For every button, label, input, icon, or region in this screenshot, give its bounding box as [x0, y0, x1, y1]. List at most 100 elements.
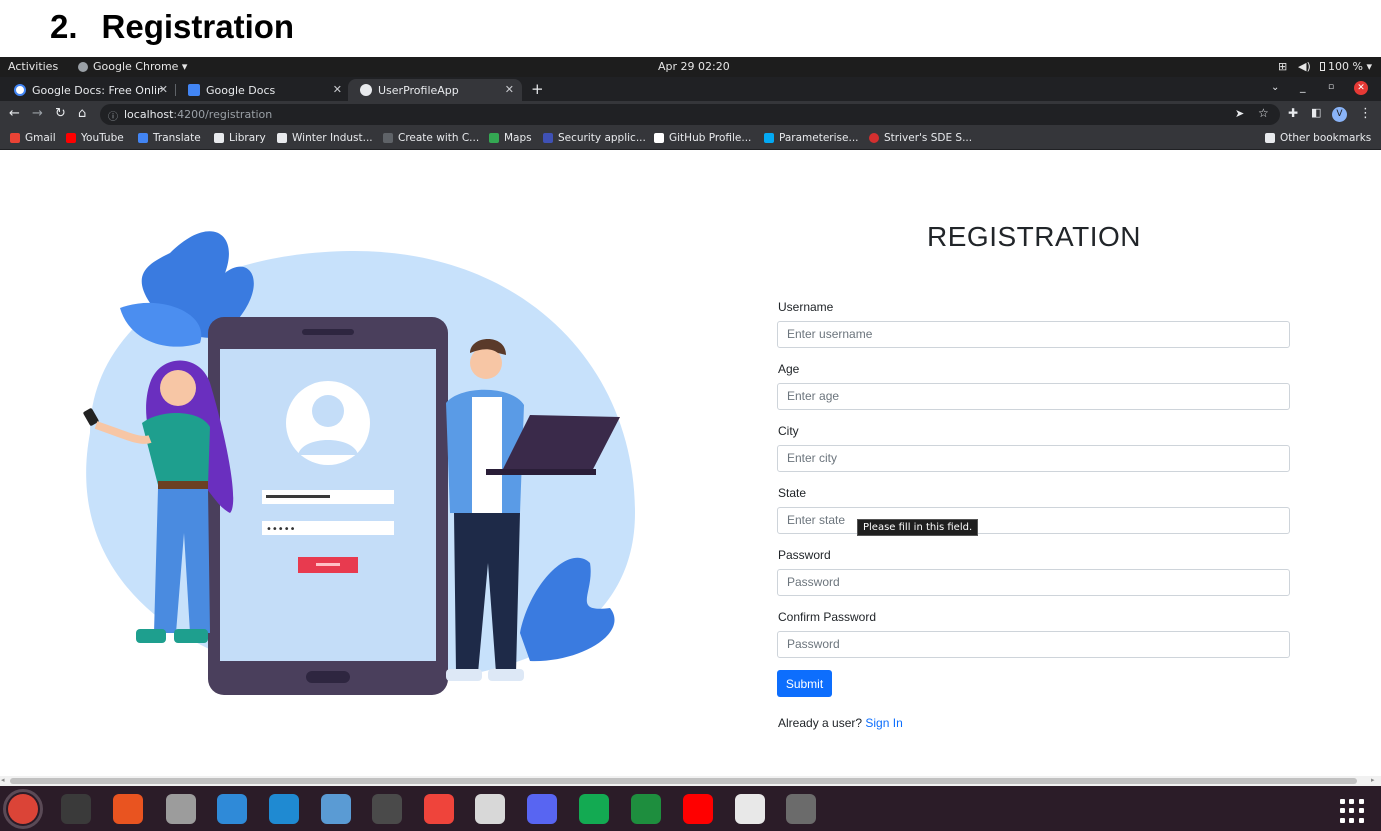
scroll-right-icon[interactable]: ▸: [1371, 776, 1375, 784]
tab-search-icon[interactable]: ⌄: [1271, 82, 1279, 93]
man-shirt: [472, 397, 502, 513]
reload-icon[interactable]: ↻: [55, 106, 66, 121]
help-icon[interactable]: [217, 794, 247, 824]
bookmark-label: Translate: [153, 132, 201, 144]
woman-shoe-left: [136, 629, 166, 643]
address-bar[interactable]: ⓘ localhost:4200/registration ➤ ☆: [100, 104, 1280, 125]
terminal-icon[interactable]: [61, 794, 91, 824]
bookmark-strivers-sde-sheet[interactable]: Striver's SDE S...: [869, 132, 972, 144]
bookmark-label: YouTube: [81, 132, 124, 144]
extensions-icon[interactable]: ✚: [1288, 106, 1298, 120]
anydesk-icon[interactable]: [424, 794, 454, 824]
age-input[interactable]: Enter age: [777, 383, 1290, 410]
state-input[interactable]: Enter state: [777, 507, 1290, 534]
menu-kebab-icon[interactable]: ⋮: [1359, 106, 1372, 121]
grid-dot: [1340, 808, 1345, 814]
app-menu-label: Google Chrome ▾: [93, 60, 188, 73]
password-dots: •••••: [266, 524, 296, 535]
username-line: [266, 495, 330, 498]
chrome-icon[interactable]: [3, 789, 43, 829]
state-label: State: [778, 486, 807, 500]
create-with-code-icon: [383, 133, 393, 143]
vscode-icon[interactable]: [269, 794, 299, 824]
back-icon[interactable]: ←: [9, 106, 20, 121]
web-page: ••••• REGISTRATION Username Enter userna…: [0, 151, 1381, 776]
usb-drive-icon[interactable]: [786, 794, 816, 824]
submit-button[interactable]: Submit: [777, 670, 832, 697]
other-bookmarks[interactable]: Other bookmarks: [1265, 132, 1371, 144]
confirm-password-input[interactable]: Password: [777, 631, 1290, 658]
profile-avatar[interactable]: V: [1332, 107, 1347, 122]
activities-button[interactable]: Activities: [8, 60, 58, 73]
bookmark-library[interactable]: Library: [214, 132, 266, 144]
parameterise-icon: [764, 133, 774, 143]
username-input[interactable]: Enter username: [777, 321, 1290, 348]
show-applications-icon[interactable]: [1340, 799, 1364, 823]
clock[interactable]: Apr 29 02:20: [658, 60, 730, 73]
bookmark-youtube[interactable]: YouTube: [66, 132, 124, 144]
minimize-icon[interactable]: _: [1300, 80, 1306, 93]
window-close-icon[interactable]: ✕: [1354, 81, 1368, 95]
info-icon[interactable]: ⓘ: [108, 108, 118, 123]
battery-indicator[interactable]: 100 % ▾: [1320, 60, 1372, 73]
heading-number: 2.: [50, 8, 78, 45]
scrollbar-thumb[interactable]: [10, 778, 1357, 784]
bookmark-create-with-code[interactable]: Create with C...: [383, 132, 479, 144]
bookmark-parameterise[interactable]: Parameterise...: [764, 132, 859, 144]
username-label: Username: [778, 300, 834, 314]
software-center-icon[interactable]: [113, 794, 143, 824]
close-icon[interactable]: ✕: [159, 83, 168, 96]
confirm-password-label: Confirm Password: [778, 610, 877, 624]
side-panel-icon[interactable]: ◧: [1311, 106, 1321, 119]
city-label: City: [778, 424, 799, 438]
bookmark-maps[interactable]: Maps: [489, 132, 532, 144]
tab-userprofileapp[interactable]: UserProfileApp ✕: [348, 79, 522, 101]
city-input[interactable]: Enter city: [777, 445, 1290, 472]
tab-google-docs[interactable]: Google Docs ✕: [176, 79, 350, 101]
volume-icon[interactable]: ◀): [1298, 60, 1311, 73]
man-shoe-right: [488, 669, 524, 681]
files-icon[interactable]: [166, 794, 196, 824]
close-icon[interactable]: ✕: [505, 83, 514, 96]
app-menu[interactable]: Google Chrome ▾: [78, 60, 187, 73]
grid-dot: [1358, 808, 1364, 814]
bookmark-github-profile[interactable]: GitHub Profile...: [654, 132, 751, 144]
globe-icon: [360, 84, 372, 96]
grid-dot: [1349, 799, 1355, 804]
forward-icon[interactable]: →: [32, 106, 43, 121]
network-icon[interactable]: ⊞: [1278, 60, 1287, 73]
tab-google-docs-free[interactable]: Google Docs: Free Online ✕: [2, 79, 176, 101]
scroll-left-icon[interactable]: ◂: [1, 776, 5, 784]
gedit-icon[interactable]: [735, 794, 765, 824]
system-monitor-icon[interactable]: [372, 794, 402, 824]
discord-icon[interactable]: [527, 794, 557, 824]
hangouts-chat-icon[interactable]: [631, 794, 661, 824]
send-icon[interactable]: ➤: [1235, 107, 1244, 120]
google-icon: [14, 84, 26, 96]
mongodb-compass-icon[interactable]: [579, 794, 609, 824]
battery-label: 100 % ▾: [1328, 60, 1372, 73]
grid-dot: [1340, 817, 1345, 823]
system-top-bar: Activities Google Chrome ▾ Apr 29 02:20 …: [0, 57, 1381, 77]
navigation-bar: ← → ↻ ⌂ ⓘ localhost:4200/registration ➤ …: [0, 101, 1381, 128]
document-viewer-icon[interactable]: [475, 794, 505, 824]
bookmark-security-applications[interactable]: Security applic...: [543, 132, 646, 144]
bookmark-gmail[interactable]: Gmail: [10, 132, 56, 144]
new-tab-button[interactable]: +: [531, 80, 544, 98]
close-icon[interactable]: ✕: [333, 83, 342, 96]
avatar-head: [312, 395, 344, 427]
bookmark-winter-industry[interactable]: Winter Indust...: [277, 132, 373, 144]
password-input[interactable]: Password: [777, 569, 1290, 596]
bookmark-translate[interactable]: Translate: [138, 132, 201, 144]
youtube-icon[interactable]: [683, 794, 713, 824]
horizontal-scrollbar[interactable]: ◂ ▸: [0, 776, 1381, 786]
text-editor-doc-icon[interactable]: [321, 794, 351, 824]
laptop-base: [486, 469, 596, 475]
maximize-icon[interactable]: ▫: [1328, 82, 1334, 92]
github-profile-icon: [654, 133, 664, 143]
home-icon[interactable]: ⌂: [78, 106, 86, 121]
woman-shoe-right: [174, 629, 208, 643]
signin-link[interactable]: Sign In: [865, 716, 902, 730]
star-icon[interactable]: ☆: [1258, 106, 1269, 120]
url-text: localhost:4200/registration: [124, 108, 272, 121]
